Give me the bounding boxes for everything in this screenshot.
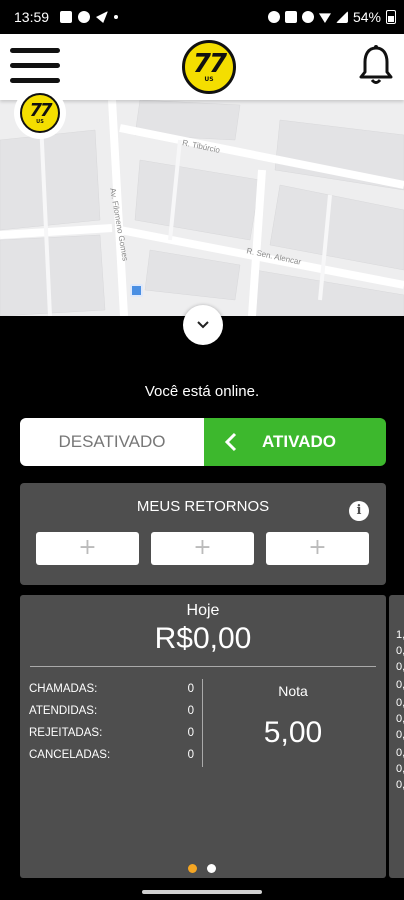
daily-stats-card[interactable]: Hoje R$0,00 CHAMADAS: 0 ATENDIDAS: 0 REJ…: [20, 595, 386, 878]
stats-period: Hoje: [186, 602, 220, 619]
divider: [30, 666, 376, 667]
carousel-dot-active[interactable]: [188, 864, 197, 873]
mute-icon: [284, 11, 297, 23]
brand-badge: 77 US: [14, 87, 66, 139]
peek-value: 0,: [396, 713, 404, 725]
my-returns-panel: MEUS RETORNOS i + + +: [20, 483, 386, 585]
logo-sub: US: [36, 118, 44, 125]
stat-value: 0: [187, 705, 194, 717]
returns-title: MEUS RETORNOS: [136, 498, 270, 515]
notification-icons: [60, 11, 118, 23]
rating-label: Nota: [278, 683, 308, 699]
brand-badge-logo: 77 US: [20, 93, 60, 133]
map-streets-graphic: [0, 100, 404, 316]
navigation-icon: [96, 11, 108, 23]
peek-value: 0,: [396, 729, 404, 741]
logo-sub: US: [204, 76, 214, 83]
stat-value: 0: [187, 749, 194, 761]
logo-number: 77: [192, 49, 227, 79]
return-slot-add-button[interactable]: +: [151, 532, 254, 565]
stat-label: ATENDIDAS:: [29, 705, 98, 717]
stat-attended-row: ATENDIDAS: 0: [29, 705, 194, 723]
location-icon: [301, 11, 314, 23]
stat-calls-row: CHAMADAS: 0: [29, 683, 194, 701]
more-notifications-icon: [114, 15, 118, 19]
online-toggle[interactable]: DESATIVADO ATIVADO: [20, 418, 386, 466]
system-icons: 54%: [267, 9, 396, 25]
battery-percent: 54%: [352, 9, 381, 25]
chevron-left-icon: [224, 432, 237, 452]
next-stats-card-peek[interactable]: 1, 0, 0, 0, 0, 0, 0, 0, 0, 0,: [389, 595, 404, 878]
battery-icon: [386, 10, 396, 24]
carousel-dot[interactable]: [207, 864, 216, 873]
brand-logo: 77 US: [182, 40, 236, 94]
collapse-map-button[interactable]: [183, 305, 223, 345]
carousel-pagination: [0, 864, 404, 873]
stat-label: REJEITADAS:: [29, 727, 103, 739]
bus-stop-icon: [130, 284, 143, 297]
toggle-on-option[interactable]: ATIVADO: [204, 418, 386, 466]
info-icon[interactable]: i: [349, 501, 369, 521]
notifications-bell-icon[interactable]: [358, 44, 394, 86]
logo-number: 77: [29, 99, 52, 121]
stat-rejected-row: REJEITADAS: 0: [29, 727, 194, 745]
alarm-icon: [267, 11, 280, 23]
peek-value: 0,: [396, 645, 404, 657]
return-slot-add-button[interactable]: +: [266, 532, 369, 565]
signal-icon: [335, 11, 348, 23]
peek-value: 0,: [396, 697, 404, 709]
rating-value: 5,00: [263, 716, 323, 749]
menu-icon[interactable]: [10, 46, 60, 86]
home-indicator[interactable]: [142, 890, 262, 894]
peek-value: 1,: [396, 629, 404, 641]
stat-label: CANCELADAS:: [29, 749, 111, 761]
wifi-icon: [318, 13, 331, 23]
status-bar: 13:59 54%: [0, 0, 404, 34]
chevron-down-icon: [197, 321, 209, 329]
toggle-off-option[interactable]: DESATIVADO: [20, 418, 204, 466]
peek-value: 0,: [396, 763, 404, 775]
status-time: 13:59: [14, 9, 50, 25]
toggle-on-label: ATIVADO: [262, 432, 336, 451]
peek-value: 0,: [396, 747, 404, 759]
stat-value: 0: [187, 727, 194, 739]
stat-label: CHAMADAS:: [29, 683, 98, 695]
peek-value: 0,: [396, 661, 404, 673]
telegram-icon: [78, 11, 90, 23]
return-slot-add-button[interactable]: +: [36, 532, 139, 565]
divider: [202, 679, 203, 767]
toggle-off-label: DESATIVADO: [58, 432, 166, 451]
stat-value: 0: [187, 683, 194, 695]
peek-value: 0,: [396, 679, 404, 691]
online-status-text: Você está online.: [144, 383, 260, 400]
stat-canceled-row: CANCELADAS: 0: [29, 749, 194, 767]
earnings-value: R$0,00: [154, 622, 252, 655]
peek-value: 0,: [396, 779, 404, 791]
gallery-icon: [60, 11, 72, 23]
map-view[interactable]: R. Tibúrcio Av. Filomeno Gomes R. Sen. A…: [0, 100, 404, 316]
